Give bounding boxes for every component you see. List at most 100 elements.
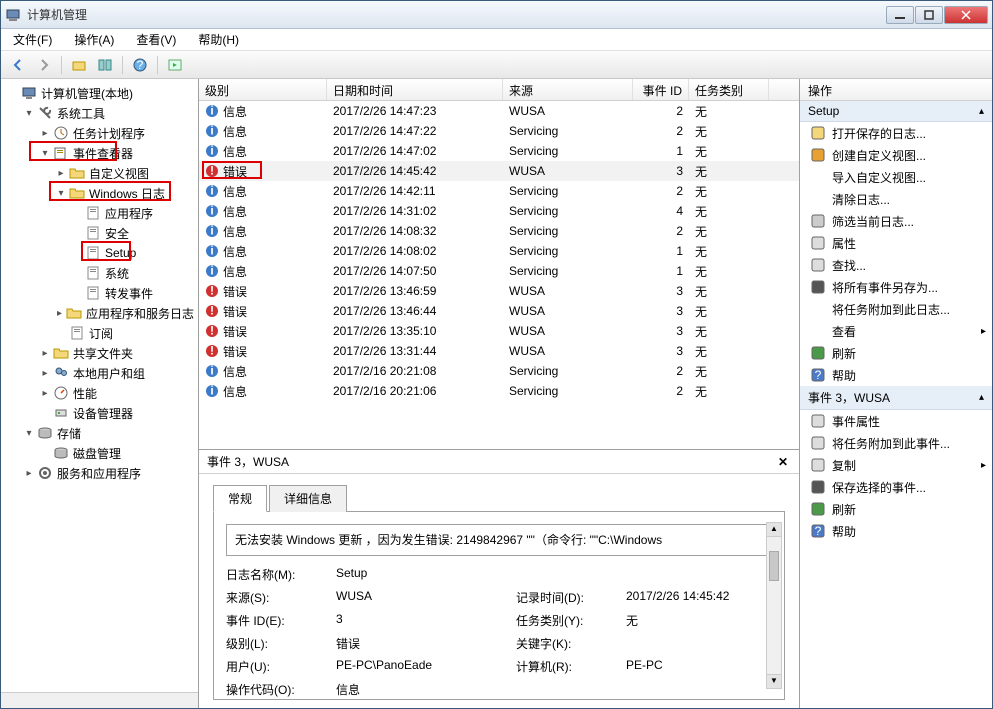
event-row[interactable]: i信息2017/2/26 14:07:50Servicing1无 [199,261,799,281]
tree-toggle[interactable]: ▸ [39,388,51,399]
event-row[interactable]: i信息2017/2/26 14:47:22Servicing2无 [199,121,799,141]
action-group-setup[interactable]: Setup▴ [800,101,992,122]
tab-general[interactable]: 常规 [213,485,267,512]
cell-id: 4 [633,204,689,218]
tree-device-mgr[interactable]: 设备管理器 [3,403,196,423]
tree-toggle[interactable]: ▸ [39,348,51,359]
action-find[interactable]: 查找... [800,254,992,276]
action-group-event[interactable]: 事件 3，WUSA▴ [800,386,992,410]
tree-root[interactable]: 计算机管理(本地) [3,83,196,103]
event-row[interactable]: i信息2017/2/16 20:21:06Servicing2无 [199,381,799,401]
tool-help-button[interactable]: ? [129,54,151,76]
tab-details[interactable]: 详细信息 [269,485,347,512]
tool-view-button[interactable] [94,54,116,76]
tree-task-scheduler[interactable]: ▸任务计划程序 [3,123,196,143]
tree-toggle[interactable]: ▸ [23,468,35,479]
val-log: Setup [336,566,516,583]
tree-application[interactable]: 应用程序 [3,203,196,223]
nav-forward-button[interactable] [33,54,55,76]
details-scrollbar[interactable]: ▲ ▼ [766,522,782,689]
tree-security[interactable]: 安全 [3,223,196,243]
action-save-all[interactable]: 将所有事件另存为... [800,276,992,298]
tree-forwarded[interactable]: 转发事件 [3,283,196,303]
tree-setup[interactable]: Setup [3,243,196,263]
event-row[interactable]: !错误2017/2/26 13:46:59WUSA3无 [199,281,799,301]
details-header: 事件 3，WUSA ✕ [199,450,799,474]
tree-toggle[interactable]: ▸ [55,168,67,179]
event-row[interactable]: i信息2017/2/26 14:42:11Servicing2无 [199,181,799,201]
event-row[interactable]: !错误2017/2/26 13:31:44WUSA3无 [199,341,799,361]
tool-preview-button[interactable] [164,54,186,76]
tree-disk-mgmt[interactable]: 磁盘管理 [3,443,196,463]
tree-toggle[interactable]: ▸ [39,368,51,379]
svg-text:i: i [210,244,213,258]
close-button[interactable] [944,6,988,24]
action-attach-task[interactable]: 将任务附加到此日志... [800,298,992,320]
tree-h-scrollbar[interactable] [1,692,198,708]
tree-toggle[interactable]: ▸ [39,128,51,139]
event-row[interactable]: !错误2017/2/26 13:46:44WUSA3无 [199,301,799,321]
cell-level: 信息 [223,203,247,220]
action-refresh[interactable]: 刷新 [800,342,992,364]
tree-local-users[interactable]: ▸本地用户和组 [3,363,196,383]
tree-services-apps[interactable]: ▸服务和应用程序 [3,463,196,483]
cell-source: Servicing [503,144,633,158]
tree-system-tools[interactable]: ▾系统工具 [3,103,196,123]
column-h_source[interactable]: 来源 [503,79,633,100]
tree-toggle[interactable]: ▾ [55,188,67,199]
tree-storage[interactable]: ▾存储 [3,423,196,443]
action-event-props[interactable]: 事件属性 [800,410,992,432]
event-row[interactable]: !错误2017/2/26 13:35:10WUSA3无 [199,321,799,341]
action-attach-event[interactable]: 将任务附加到此事件... [800,432,992,454]
event-row[interactable]: i信息2017/2/26 14:47:02Servicing1无 [199,141,799,161]
event-row[interactable]: i信息2017/2/26 14:08:02Servicing1无 [199,241,799,261]
nav-back-button[interactable] [7,54,29,76]
action-refresh2[interactable]: 刷新 [800,498,992,520]
tree-system[interactable]: 系统 [3,263,196,283]
menu-view[interactable]: 查看(V) [130,29,182,50]
menu-file[interactable]: 文件(F) [7,29,58,50]
menu-action[interactable]: 操作(A) [68,29,120,50]
action-create-view[interactable]: 创建自定义视图... [800,144,992,166]
action-open-saved[interactable]: 打开保存的日志... [800,122,992,144]
action-import-view[interactable]: 导入自定义视图... [800,166,992,188]
action-view[interactable]: 查看▸ [800,320,992,342]
tree-shared-folders[interactable]: ▸共享文件夹 [3,343,196,363]
column-h_level[interactable]: 级别 [199,79,327,100]
tree-subscriptions[interactable]: 订阅 [3,323,196,343]
cell-date: 2017/2/16 20:21:08 [327,364,503,378]
event-list[interactable]: 级别日期和时间来源事件 ID任务类别i信息2017/2/26 14:47:23W… [199,79,799,449]
action-copy[interactable]: 复制▸ [800,454,992,476]
event-row[interactable]: i信息2017/2/26 14:31:02Servicing4无 [199,201,799,221]
event-row[interactable]: i信息2017/2/26 14:08:32Servicing2无 [199,221,799,241]
cell-id: 2 [633,384,689,398]
minimize-button[interactable] [886,6,914,24]
menu-help[interactable]: 帮助(H) [192,29,245,50]
column-h_cat[interactable]: 任务类别 [689,79,769,100]
event-row[interactable]: i信息2017/2/16 20:21:08Servicing2无 [199,361,799,381]
tree-custom-views[interactable]: ▸自定义视图 [3,163,196,183]
tree-toggle[interactable]: ▸ [55,308,64,319]
column-h_id[interactable]: 事件 ID [633,79,689,100]
column-h_date[interactable]: 日期和时间 [327,79,503,100]
action-help[interactable]: ?帮助 [800,364,992,386]
action-clear-log[interactable]: 清除日志... [800,188,992,210]
maximize-button[interactable] [915,6,943,24]
tree-windows-logs[interactable]: ▾Windows 日志 [3,183,196,203]
event-row[interactable]: !错误2017/2/26 14:45:42WUSA3无 [199,161,799,181]
tree-apps-services[interactable]: ▸应用程序和服务日志 [3,303,196,323]
action-filter-log[interactable]: 筛选当前日志... [800,210,992,232]
tree-body[interactable]: 计算机管理(本地)▾系统工具▸任务计划程序▾事件查看器▸自定义视图▾Window… [1,79,198,692]
tree-toggle[interactable]: ▾ [39,148,51,159]
tree-event-viewer[interactable]: ▾事件查看器 [3,143,196,163]
action-properties[interactable]: 属性 [800,232,992,254]
tree-toggle[interactable]: ▾ [23,108,35,119]
tree-toggle[interactable]: ▾ [23,428,35,439]
cell-id: 1 [633,144,689,158]
event-row[interactable]: i信息2017/2/26 14:47:23WUSA2无 [199,101,799,121]
details-close-button[interactable]: ✕ [775,454,791,470]
tool-folder-button[interactable] [68,54,90,76]
action-help2[interactable]: ?帮助 [800,520,992,542]
action-save-selected[interactable]: 保存选择的事件... [800,476,992,498]
tree-performance[interactable]: ▸性能 [3,383,196,403]
